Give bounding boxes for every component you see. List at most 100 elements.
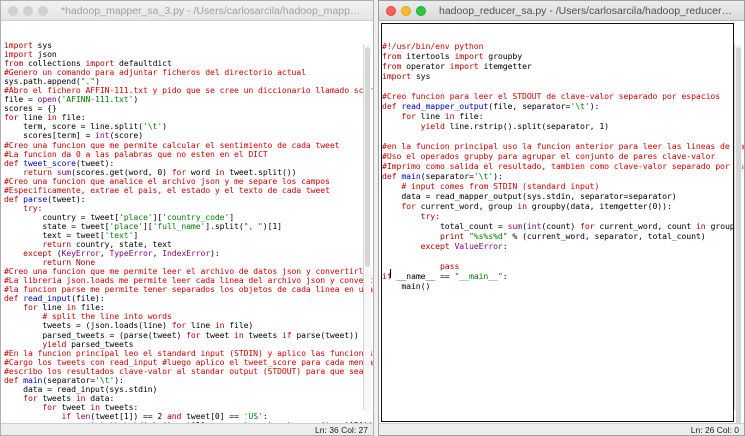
reducer-code-token: current_word, group (420, 201, 518, 211)
reducer-code-lines[interactable]: #!/usr/bin/env python from itertools impo… (382, 21, 744, 423)
mapper-line-number: Ln: 36 (315, 425, 339, 435)
reducer-code-token: yield (382, 121, 450, 131)
mapper-code-token: ): (210, 248, 220, 259)
reducer-code-token: line (420, 111, 445, 121)
reducer-code-line[interactable] (382, 131, 744, 141)
reducer-code-token: for (382, 111, 421, 121)
reducer-code-token: '\t' (570, 101, 590, 111)
reducer-code-token: sys (415, 71, 431, 81)
reducer-code-line[interactable]: for current_word, group in groupby(data,… (382, 201, 744, 211)
reducer-code-line[interactable]: def read_mapper_output(file, separator='… (382, 101, 744, 111)
mapper-code-token: '\t' (142, 121, 163, 132)
reducer-titlebar[interactable]: hadoop_reducer_sa.py - /Users/carlosarci… (379, 1, 744, 21)
reducer-code-token: def (382, 101, 402, 111)
reducer-code-token: from (382, 51, 407, 61)
reducer-code-line[interactable] (382, 81, 744, 91)
reducer-window-controls (386, 6, 426, 16)
mapper-cursor-position: Ln: 36 Col: 27 (315, 425, 368, 435)
reducer-code-line[interactable]: total_count = sum(int(count) for current… (382, 221, 744, 231)
reducer-code-token: '\t' (473, 171, 494, 181)
reducer-code-line[interactable]: except ValueError: (382, 241, 744, 251)
reducer-code-line[interactable]: def main(separator='\t'): (382, 171, 744, 181)
reducer-code-line[interactable]: for line in file: (382, 111, 744, 121)
reducer-code-token: data = read_mapper_output(sys.stdin, sep… (382, 191, 677, 201)
reducer-code-token: #Imprimo como salida el resultado, tambi… (382, 161, 744, 171)
mapper-code-token: tweet (205, 329, 235, 340)
mapper-code-token: 'full_name' (152, 220, 206, 231)
reducer-code-line[interactable]: #Uso el operados grupby para agrupar el … (382, 151, 744, 161)
reducer-code-line[interactable]: print "%s%s%d" % (current_word, separato… (382, 231, 744, 241)
reducer-scrollbar[interactable] (734, 44, 742, 423)
reducer-code-line[interactable]: #Creo funcion para leer el STDOUT de cla… (382, 91, 744, 101)
mapper-column-number: Col: 27 (341, 425, 368, 435)
zoom-icon[interactable] (38, 6, 48, 16)
reducer-code-line[interactable]: if __name__ == "__main__": (382, 271, 744, 281)
mapper-code-line[interactable]: import sys (4, 40, 373, 50)
reducer-code-line[interactable]: data = read_mapper_output(sys.stdin, sep… (382, 191, 744, 201)
reducer-code-token: in (444, 111, 460, 121)
reducer-cursor-position: Ln: 26 Col: 0 (691, 425, 739, 435)
reducer-code-token: pass (382, 261, 460, 271)
reducer-code-token: try: (382, 211, 440, 221)
reducer-code-token: groupby(data, itemgetter(0)): (531, 201, 672, 211)
reducer-code-token: line.rstrip().split(separator, 1) (449, 121, 609, 131)
reducer-code-line[interactable]: #Imprimo como salida el resultado, tambi… (382, 161, 744, 171)
mapper-code-token: in (234, 329, 249, 340)
reducer-code-token: #!/usr/bin/env python (382, 41, 484, 51)
mapper-code-token: if (281, 329, 297, 340)
minimize-icon[interactable] (401, 6, 411, 16)
mapper-scrollbar[interactable] (363, 44, 371, 410)
mapper-code-lines[interactable]: import sys import json from collections im… (4, 21, 373, 423)
reducer-code-token: in (695, 221, 711, 231)
reducer-code-line[interactable] (382, 251, 744, 261)
reducer-code-token: groupby (488, 51, 523, 61)
reducer-code-token: file: (459, 111, 484, 121)
reducer-code-token: ): (493, 171, 503, 181)
mapper-window-controls (8, 6, 48, 16)
mapper-titlebar[interactable]: *hadoop_mapper_sa_3.py - /Users/carlosar… (1, 1, 373, 21)
reducer-editor-window[interactable]: hadoop_reducer_sa.py - /Users/carlosarci… (378, 0, 745, 436)
mapper-code-token: tweets (248, 329, 282, 340)
reducer-code-token: except (382, 241, 455, 251)
reducer-code-token: main() (382, 281, 431, 291)
reducer-code-line[interactable]: from operator import itemgetter (382, 61, 744, 71)
text-cursor (390, 269, 391, 278)
reducer-code-line[interactable]: #!/usr/bin/env python (382, 41, 744, 51)
reducer-code-line[interactable]: yield line.rstrip().split(separator, 1) (382, 121, 744, 131)
desktop-stage: *hadoop_mapper_sa_3.py - /Users/carlosar… (0, 0, 745, 436)
reducer-code-line[interactable]: #en la funcion principal uso la funcion … (382, 141, 744, 151)
reducer-code-line[interactable] (382, 291, 744, 301)
reducer-code-area[interactable]: #!/usr/bin/env python from itertools impo… (379, 21, 744, 423)
mapper-code-line[interactable]: def parse(tweet): (4, 193, 373, 204)
mapper-code-token: 'AFINN-111.txt' (61, 94, 134, 105)
mapper-code-token: IndexError (162, 248, 211, 259)
reducer-code-token: total_count = (382, 221, 508, 231)
reducer-code-line[interactable]: main() (382, 281, 744, 291)
mapper-code-area[interactable]: import sys import json from collections im… (1, 21, 373, 423)
reducer-code-line[interactable]: import sys (382, 71, 744, 81)
mapper-code-token: ", " (243, 220, 263, 231)
minimize-icon[interactable] (23, 6, 33, 16)
reducer-statusbar: Ln: 26 Col: 0 (379, 423, 744, 435)
reducer-window-title: hadoop_reducer_sa.py - /Users/carlosarci… (439, 5, 736, 17)
zoom-icon[interactable] (416, 6, 426, 16)
reducer-code-token: : (502, 271, 508, 281)
reducer-code-token: (count) (541, 221, 581, 231)
close-icon[interactable] (8, 6, 18, 16)
mapper-code-token: ) (133, 94, 139, 105)
reducer-scroll-thumb[interactable] (736, 47, 741, 423)
reducer-code-line[interactable]: # input comes from STDIN (standard input… (382, 181, 744, 191)
mapper-editor-window[interactable]: *hadoop_mapper_sa_3.py - /Users/carlosar… (0, 0, 374, 436)
mapper-scroll-thumb[interactable] (365, 47, 370, 267)
mapper-code-token: (tweet): (47, 193, 86, 204)
mapper-statusbar: Ln: 36 Col: 27 (1, 423, 373, 435)
mapper-code-token: )[1] (262, 220, 282, 231)
reducer-code-token: int (526, 221, 542, 231)
reducer-code-token: operator (406, 61, 450, 71)
reducer-code-line[interactable]: try: (382, 211, 744, 221)
reducer-code-line[interactable]: pass (382, 261, 744, 271)
mapper-code-line[interactable]: file = open('AFINN-111.txt') (4, 95, 373, 104)
reducer-column-number: Col: 0 (716, 425, 739, 435)
reducer-code-line[interactable]: from itertools import groupby (382, 51, 744, 61)
close-icon[interactable] (386, 6, 396, 16)
